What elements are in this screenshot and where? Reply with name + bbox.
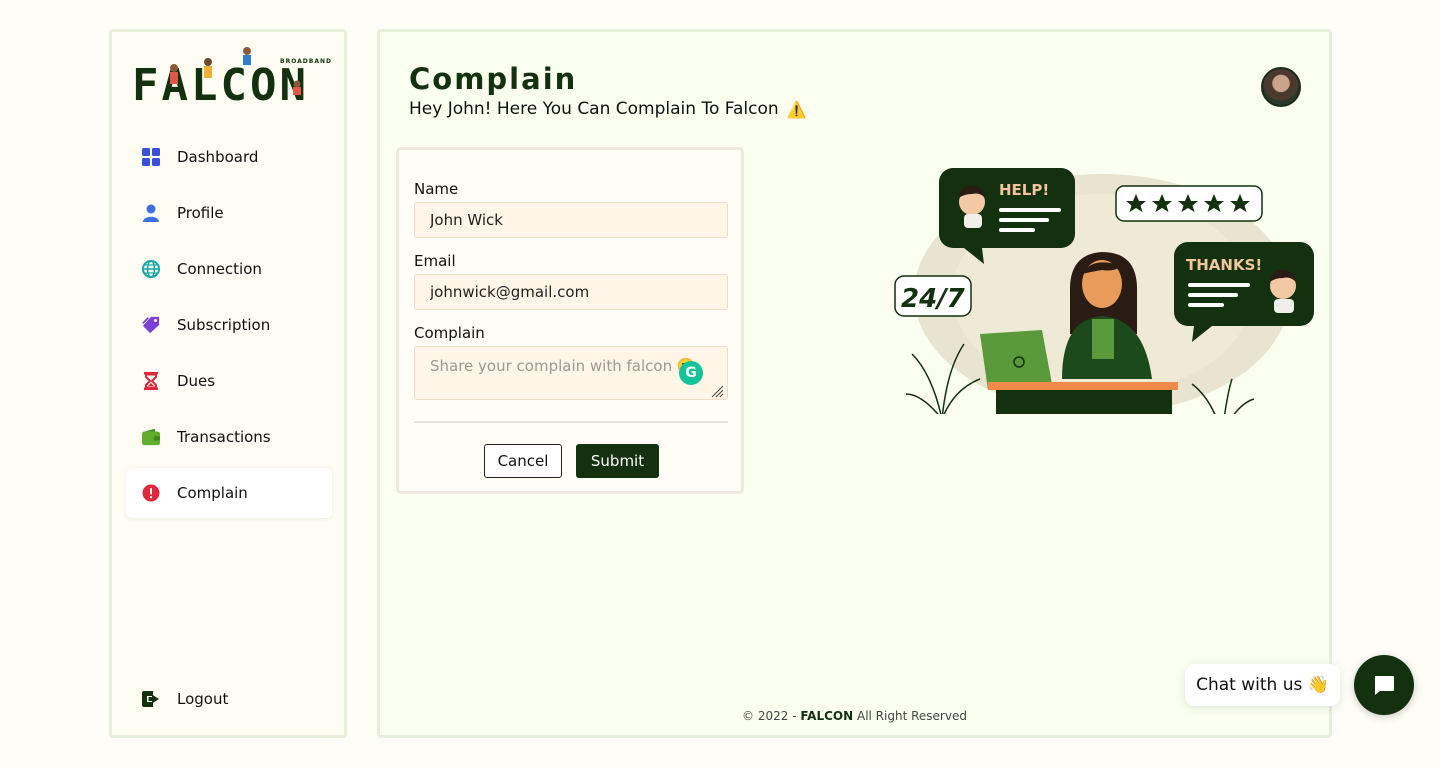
sidebar-item-profile[interactable]: Profile [126,188,332,238]
desk [996,390,1172,414]
sidebar-item-label: Complain [177,484,248,502]
alert-icon [142,484,160,502]
resize-handle-icon[interactable] [710,384,724,398]
footer-brand: FALCON [800,709,854,723]
sidebar-item-dues[interactable]: Dues [126,356,332,406]
falcon-logo[interactable]: FALCON BROADBAND [132,46,332,108]
help-text: HELP! [999,181,1049,199]
email-field[interactable] [414,274,728,310]
sidebar-item-label: Profile [177,204,224,222]
form-divider [414,421,728,423]
thanks-text: THANKS! [1186,256,1262,274]
sidebar-item-transactions[interactable]: Transactions [126,412,332,462]
submit-button[interactable]: Submit [576,444,659,478]
name-field[interactable] [414,202,728,238]
wallet-icon [142,428,160,446]
sidebar-nav: Dashboard Profile Connection Subscriptio… [126,132,332,524]
footer: © 2022 - FALCON All Right Reserved [380,709,1329,723]
page-title: Complain [409,62,578,96]
sidebar-item-subscription[interactable]: Subscription [126,300,332,350]
logout-label: Logout [177,690,229,708]
sidebar-item-connection[interactable]: Connection [126,244,332,294]
warning-icon: ⚠️ [786,99,807,119]
page-subtitle: Hey John! Here You Can Complain To Falco… [409,99,807,119]
chat-launcher-button[interactable] [1354,655,1414,715]
logout-icon [142,690,160,708]
subtitle-text: Hey John! Here You Can Complain To Falco… [409,99,779,119]
logo-figures-icon [170,47,301,95]
grid-icon [142,148,160,166]
sidebar: FALCON BROADBAND Dashboard Profile Conne… [109,29,347,738]
sidebar-item-label: Transactions [177,428,271,446]
grammarly-icon[interactable]: G [679,361,703,385]
chat-with-us-bubble[interactable]: Chat with us 👋 [1185,664,1340,706]
sidebar-item-label: Dues [177,372,216,390]
globe-icon [142,260,160,278]
sidebar-item-dashboard[interactable]: Dashboard [126,132,332,182]
avatar[interactable] [1261,67,1301,107]
complain-label: Complain [414,324,485,342]
support-illustration: HELP! 24/7 THANKS! [894,168,1314,414]
footer-prefix: © 2022 - [742,709,801,723]
tag-icon [142,316,160,334]
availability-text: 24/7 [901,284,966,314]
logout-container: Logout [126,674,332,730]
email-label: Email [414,252,456,270]
user-icon [142,204,160,222]
sidebar-item-label: Connection [177,260,262,278]
sidebar-item-label: Subscription [177,316,271,334]
main-panel: Complain Hey John! Here You Can Complain… [377,29,1332,738]
footer-suffix: All Right Reserved [853,709,967,723]
desk-top [988,382,1178,390]
sidebar-item-complain[interactable]: Complain [126,468,332,518]
logout-button[interactable]: Logout [126,674,332,724]
chat-icon [1375,676,1394,695]
complain-form: Name Email Complain G Cancel Submit [396,147,744,494]
cancel-button[interactable]: Cancel [484,444,562,478]
sidebar-item-label: Dashboard [177,148,259,166]
name-label: Name [414,180,459,198]
chat-label: Chat with us 👋 [1196,675,1329,695]
hourglass-icon [142,372,160,390]
laptop [980,330,1052,390]
